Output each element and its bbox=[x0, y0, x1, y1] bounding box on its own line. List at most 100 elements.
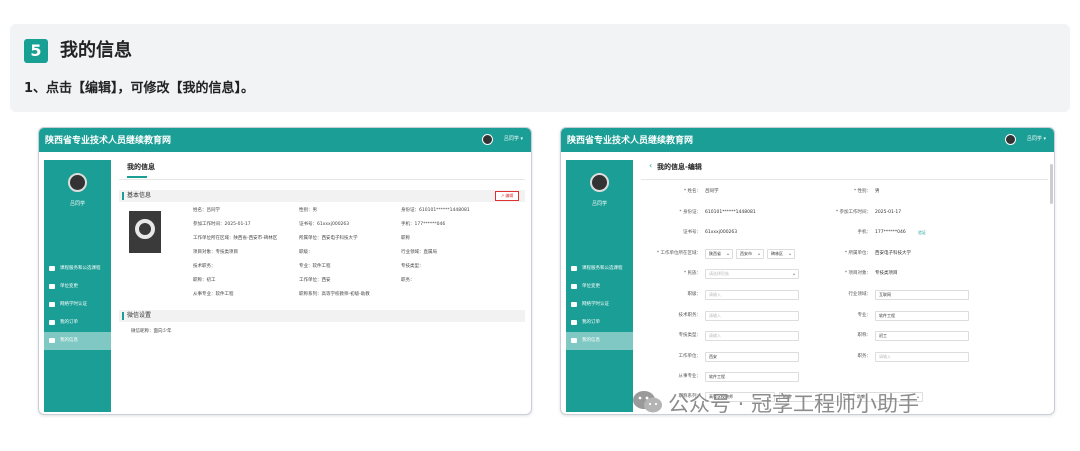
sidebar-item-my-info[interactable]: 我的信息 bbox=[566, 332, 633, 350]
folder-icon bbox=[571, 284, 577, 289]
duty-input[interactable]: 请输入 bbox=[875, 352, 969, 362]
folder-icon bbox=[49, 266, 55, 271]
sidebar-item-hours-auth[interactable]: 网络学时认证 bbox=[44, 296, 111, 314]
label-cert: 证书号： bbox=[683, 230, 701, 235]
field-idcard: 身份证：610101******1448081 bbox=[401, 208, 470, 213]
sidebar-item-orders[interactable]: 我的订单 bbox=[566, 314, 633, 332]
section-wechat: 微信设置 bbox=[119, 310, 525, 322]
field-duty: 职务： bbox=[401, 278, 415, 283]
sidebar-item-courses[interactable]: 课程服务和公选课程 bbox=[566, 260, 633, 278]
city-select[interactable]: 西安市 ▴ bbox=[736, 249, 764, 259]
label-unit: * 所属单位： bbox=[844, 251, 871, 256]
label-level: 职称： bbox=[857, 333, 872, 338]
sidebar-item-hours-auth[interactable]: 网络学时认证 bbox=[566, 296, 633, 314]
value-phone: 177******046 bbox=[875, 230, 906, 235]
sidebar-item-unit-change[interactable]: 单位变更 bbox=[566, 278, 633, 296]
site-title: 陕西省专业技术人员继续教育网 bbox=[567, 136, 694, 146]
work-unit-input[interactable]: 西安 bbox=[705, 352, 799, 362]
field-project: 项目对象：专技类项目 bbox=[193, 250, 238, 255]
screenshot-my-info: 陕西省专业技术人员继续教育网 吕同学 ▾ 吕同学 课程服务和公选课程 单位变更 … bbox=[38, 127, 532, 415]
field-name: 姓名：吕同学 bbox=[193, 208, 220, 213]
level-input[interactable]: 初工 bbox=[875, 331, 969, 341]
value-gender: 男 bbox=[875, 189, 880, 194]
folder-icon bbox=[49, 320, 55, 325]
field-unit: 所属单位：西安电子科技大学 bbox=[299, 236, 358, 241]
caret-icon: ▴ bbox=[726, 251, 729, 256]
label-duty: 职务： bbox=[857, 354, 872, 359]
divider bbox=[641, 179, 1048, 180]
major-type-input[interactable]: 请输入 bbox=[705, 331, 799, 341]
field-workdate: 参加工作时间：2025-01-17 bbox=[193, 222, 251, 227]
back-arrow-icon[interactable]: ‹ bbox=[649, 161, 652, 170]
field-series: 职称系列：高等学校教师-初级-助教 bbox=[299, 292, 370, 297]
user-menu[interactable]: 吕同学 ▾ bbox=[1027, 135, 1046, 142]
guide-header: 5 我的信息 1、点击【编辑】，可修改【我的信息】。 bbox=[10, 24, 1070, 112]
main-content: 我的信息 基本信息 ↗ 编辑 姓名：吕同学 性别：男 身份证：610101***… bbox=[119, 160, 525, 410]
wechat-logo-icon bbox=[633, 391, 662, 413]
folder-icon bbox=[49, 284, 55, 289]
label-major-type: 专技类型： bbox=[678, 333, 702, 338]
label-work-unit: 工作单位： bbox=[678, 354, 702, 359]
value-idcard: 610101******1448081 bbox=[705, 210, 756, 215]
profession-input[interactable]: 软件工程 bbox=[705, 372, 799, 382]
label-workdate: * 参加工作时间： bbox=[835, 210, 871, 215]
field-tech-post: 技术职务： bbox=[193, 264, 216, 269]
verify-link[interactable]: 验证 bbox=[918, 228, 926, 238]
label-name: * 姓名： bbox=[683, 189, 701, 194]
user-menu[interactable]: 吕同学 ▾ bbox=[504, 135, 523, 142]
sidebar-item-unit-change[interactable]: 单位变更 bbox=[44, 278, 111, 296]
value-unit: 西安电子科技大学 bbox=[875, 251, 911, 256]
value-cert: 61xxxj000263 bbox=[705, 230, 738, 235]
field-gender: 性别：男 bbox=[299, 208, 317, 213]
field-profession: 从事专业：软件工程 bbox=[193, 292, 234, 297]
label-profession: 从事专业： bbox=[678, 374, 702, 379]
user-avatar-icon[interactable] bbox=[482, 134, 493, 145]
field-region: 工作单位所在区域：陕西省-西安市-碑林区 bbox=[193, 236, 278, 241]
sidebar-item-my-info[interactable]: 我的信息 bbox=[44, 332, 111, 350]
sidebar-username: 吕同学 bbox=[591, 201, 607, 207]
industry-input[interactable]: 互联网 bbox=[875, 290, 969, 300]
label-gender: * 性别： bbox=[853, 189, 871, 194]
major-input[interactable]: 软件工程 bbox=[875, 311, 969, 321]
folder-icon bbox=[571, 338, 577, 343]
step-title: 我的信息 bbox=[60, 40, 132, 61]
nation-select[interactable]: 请选择民族 ▴ bbox=[705, 269, 799, 279]
step-number-badge: 5 bbox=[24, 39, 48, 63]
value-workdate: 2025-01-17 bbox=[875, 210, 902, 215]
post-input[interactable]: 请输入 bbox=[705, 290, 799, 300]
label-post: 职级： bbox=[687, 292, 702, 297]
field-industry: 行业领域：直属局 bbox=[401, 250, 437, 255]
profile-photo bbox=[129, 211, 161, 253]
district-select[interactable]: 碑林区 ▴ bbox=[767, 249, 795, 259]
label-industry: 行业领域： bbox=[848, 292, 872, 297]
tech-post-input[interactable]: 请输入 bbox=[705, 311, 799, 321]
folder-icon bbox=[49, 302, 55, 307]
label-nation: * 民族： bbox=[683, 271, 701, 276]
field-rank: 职称 bbox=[401, 236, 410, 241]
sidebar: 吕同学 课程服务和公选课程 单位变更 网络学时认证 我的订单 我的信息 bbox=[566, 160, 633, 412]
wechat-nickname: 微信昵称：面向少年 bbox=[131, 329, 172, 334]
avatar bbox=[68, 173, 87, 192]
edit-button[interactable]: ↗ 编辑 bbox=[495, 191, 519, 201]
sidebar-item-courses[interactable]: 课程服务和公选课程 bbox=[44, 260, 111, 278]
folder-icon bbox=[49, 338, 55, 343]
title-underline bbox=[127, 176, 147, 178]
tutorial-page: 5 我的信息 1、点击【编辑】，可修改【我的信息】。 陕西省专业技术人员继续教育… bbox=[0, 0, 1080, 451]
field-major: 专业：软件工程 bbox=[299, 264, 331, 269]
page-title: 我的信息 bbox=[127, 163, 155, 171]
label-phone: 手机： bbox=[857, 230, 872, 235]
label-idcard: * 身份证： bbox=[679, 210, 701, 215]
user-avatar-icon[interactable] bbox=[1005, 134, 1016, 145]
sidebar-item-orders[interactable]: 我的订单 bbox=[44, 314, 111, 332]
value-project: 专技类项目 bbox=[875, 271, 898, 276]
scrollbar[interactable] bbox=[1050, 164, 1053, 204]
field-phone: 手机：177******046 bbox=[401, 222, 446, 227]
province-select[interactable]: 陕西省 ▴ bbox=[705, 249, 733, 259]
section-basic-info: 基本信息 ↗ 编辑 bbox=[119, 190, 525, 202]
label-tech: 技术职务： bbox=[678, 313, 702, 318]
folder-icon bbox=[571, 320, 577, 325]
sidebar: 吕同学 课程服务和公选课程 单位变更 网络学时认证 我的订单 我的信息 bbox=[44, 160, 111, 412]
caret-icon: ▴ bbox=[788, 251, 791, 256]
label-major: 专业： bbox=[857, 313, 872, 318]
value-name: 吕同学 bbox=[705, 189, 719, 194]
